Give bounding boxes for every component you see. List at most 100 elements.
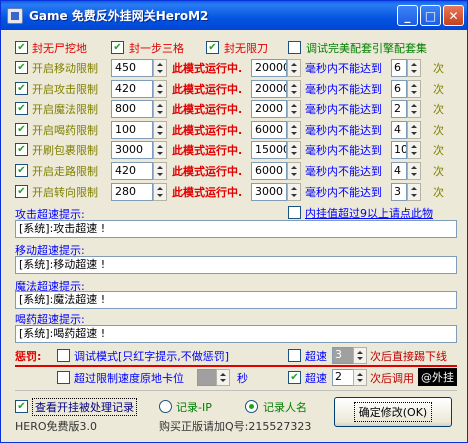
check-stuck[interactable] bbox=[57, 371, 70, 384]
check-inner-hack[interactable] bbox=[288, 206, 301, 219]
limit-count-spinner[interactable] bbox=[407, 59, 421, 77]
limit-window-spinner[interactable] bbox=[287, 80, 301, 98]
limit-count-input[interactable]: 10 bbox=[391, 141, 407, 159]
limit-window-spinner[interactable] bbox=[287, 59, 301, 77]
check-debug-mode[interactable] bbox=[57, 349, 70, 362]
limit-mode-text: 此模式运行中. bbox=[172, 83, 243, 96]
limit-interval-input[interactable]: 3000 bbox=[111, 141, 153, 159]
check-one-step-three[interactable] bbox=[111, 41, 124, 54]
limit-count-spinner[interactable] bbox=[407, 183, 421, 201]
limit-window-spinner[interactable] bbox=[287, 183, 301, 201]
limit-unit: 次 bbox=[433, 103, 444, 116]
punish-label: 惩罚: bbox=[15, 350, 42, 363]
limit-check[interactable] bbox=[15, 164, 28, 177]
close-button[interactable]: ✕ bbox=[443, 5, 464, 26]
inner-hack-link[interactable]: 内挂值超过9以上请点此物 bbox=[305, 205, 433, 221]
limit-check[interactable] bbox=[15, 185, 28, 198]
limit-per-text: 毫秒内不能达到 bbox=[305, 165, 382, 178]
limit-check[interactable] bbox=[15, 102, 28, 115]
limit-count-spinner[interactable] bbox=[407, 162, 421, 180]
radio-record-ip[interactable] bbox=[159, 400, 172, 413]
limit-interval-input[interactable]: 280 bbox=[111, 183, 153, 201]
move-prompt-input[interactable]: [系统]:移动超速 ! bbox=[15, 256, 457, 274]
limit-count-input[interactable]: 3 bbox=[391, 183, 407, 201]
ok-button[interactable]: 确定修改(OK) bbox=[334, 397, 452, 427]
limit-window-input[interactable]: 6000 bbox=[251, 121, 287, 139]
stuck-value[interactable] bbox=[197, 369, 217, 386]
limit-window-spinner[interactable] bbox=[287, 100, 301, 118]
speed-call-spinner[interactable] bbox=[353, 369, 367, 386]
limit-check[interactable] bbox=[15, 143, 28, 156]
label-record-ip: 记录-IP bbox=[176, 401, 212, 414]
limit-count-spinner[interactable] bbox=[407, 121, 421, 139]
limit-count-spinner[interactable] bbox=[407, 141, 421, 159]
check-speed-kick[interactable] bbox=[288, 349, 301, 362]
limit-count-input[interactable]: 4 bbox=[391, 162, 407, 180]
limit-check[interactable] bbox=[15, 123, 28, 136]
check-no-corpse-dig[interactable] bbox=[15, 41, 28, 54]
attack-prompt-input[interactable]: [系统]:攻击超速 ! bbox=[15, 220, 457, 238]
limit-interval-spinner[interactable] bbox=[153, 162, 167, 180]
limit-window-spinner[interactable] bbox=[287, 141, 301, 159]
limit-interval-spinner[interactable] bbox=[153, 59, 167, 77]
check-view-log[interactable] bbox=[15, 400, 28, 413]
limit-label: 开启魔法限制 bbox=[32, 103, 98, 116]
limit-interval-spinner[interactable] bbox=[153, 141, 167, 159]
limit-window-spinner[interactable] bbox=[287, 162, 301, 180]
limit-count-input[interactable]: 6 bbox=[391, 80, 407, 98]
label-stuck: 超过限制速度原地卡位 bbox=[74, 372, 184, 385]
limit-interval-spinner[interactable] bbox=[153, 80, 167, 98]
limit-window-input[interactable]: 6000 bbox=[251, 162, 287, 180]
limit-interval-input[interactable]: 450 bbox=[111, 59, 153, 77]
limit-unit: 次 bbox=[433, 186, 444, 199]
limit-unit: 次 bbox=[433, 83, 444, 96]
limit-count-input[interactable]: 2 bbox=[391, 100, 407, 118]
check-speed-call[interactable] bbox=[288, 371, 301, 384]
drink-prompt-input[interactable]: [系统]:喝药超速 ! bbox=[15, 325, 457, 343]
limit-per-text: 毫秒内不能达到 bbox=[305, 124, 382, 137]
limit-interval-spinner[interactable] bbox=[153, 121, 167, 139]
limit-mode-text: 此模式运行中. bbox=[172, 103, 243, 116]
version-label: HERO免费版3.0 bbox=[15, 420, 98, 433]
minimize-button[interactable]: _ bbox=[397, 5, 418, 26]
limit-per-text: 毫秒内不能达到 bbox=[305, 62, 382, 75]
limit-per-text: 毫秒内不能达到 bbox=[305, 103, 382, 116]
limit-window-input[interactable]: 15000 bbox=[251, 141, 287, 159]
limit-check[interactable] bbox=[15, 82, 28, 95]
limit-window-spinner[interactable] bbox=[287, 121, 301, 139]
limit-window-input[interactable]: 2000 bbox=[251, 100, 287, 118]
limit-count-input[interactable]: 6 bbox=[391, 59, 407, 77]
limit-interval-spinner[interactable] bbox=[153, 100, 167, 118]
speed-kick-value[interactable]: 3 bbox=[332, 347, 354, 364]
check-debug-engine[interactable] bbox=[288, 41, 301, 54]
limit-check[interactable] bbox=[15, 61, 28, 74]
limit-count-spinner[interactable] bbox=[407, 100, 421, 118]
stuck-spinner[interactable] bbox=[216, 369, 230, 386]
label-speed-kick-after: 次后直接踢下线 bbox=[370, 350, 447, 363]
limit-mode-text: 此模式运行中. bbox=[172, 144, 243, 157]
magic-prompt-input[interactable]: [系统]:魔法超速 ! bbox=[15, 291, 457, 309]
limit-interval-spinner[interactable] bbox=[153, 183, 167, 201]
speed-call-value[interactable]: 2 bbox=[332, 369, 354, 386]
limit-per-text: 毫秒内不能达到 bbox=[305, 83, 382, 96]
ok-button-label: 确定修改(OK) bbox=[353, 402, 433, 422]
label-no-limit-blade: 封无限刀 bbox=[224, 42, 268, 55]
limit-count-spinner[interactable] bbox=[407, 80, 421, 98]
limit-window-input[interactable]: 20000 bbox=[251, 59, 287, 77]
limit-unit: 次 bbox=[433, 62, 444, 75]
title-bar[interactable]: Game 免费反外挂网关HeroM2 _ □ ✕ bbox=[1, 1, 467, 30]
limit-interval-input[interactable]: 800 bbox=[111, 100, 153, 118]
speed-kick-spinner[interactable] bbox=[353, 347, 367, 364]
limit-count-input[interactable]: 4 bbox=[391, 121, 407, 139]
maximize-button[interactable]: □ bbox=[420, 5, 441, 26]
limit-interval-input[interactable]: 100 bbox=[111, 121, 153, 139]
limit-window-input[interactable]: 3000 bbox=[251, 183, 287, 201]
limit-window-input[interactable]: 20000 bbox=[251, 80, 287, 98]
limit-interval-input[interactable]: 420 bbox=[111, 80, 153, 98]
limit-label: 开启攻击限制 bbox=[32, 83, 98, 96]
radio-record-name[interactable] bbox=[245, 400, 258, 413]
label-no-corpse-dig: 封无尸挖地 bbox=[32, 42, 87, 55]
limit-interval-input[interactable]: 420 bbox=[111, 162, 153, 180]
check-no-limit-blade[interactable] bbox=[206, 41, 219, 54]
limit-mode-text: 此模式运行中. bbox=[172, 165, 243, 178]
